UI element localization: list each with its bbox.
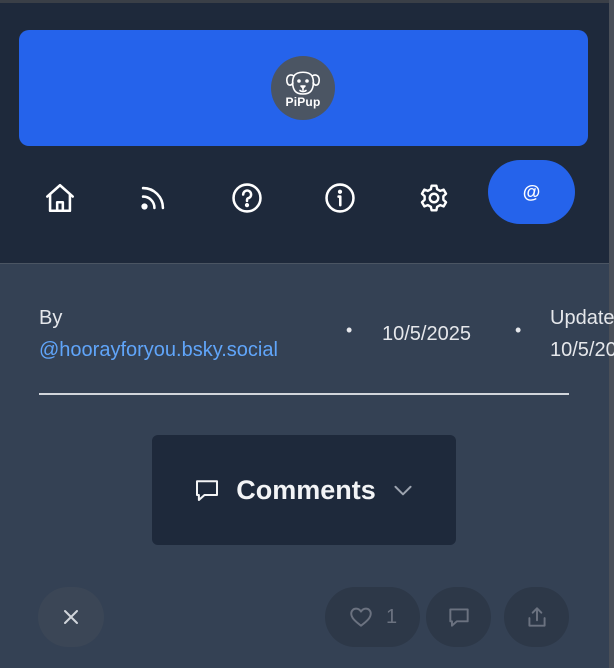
- logo-text: PiPup: [285, 95, 321, 109]
- reply-icon: [448, 608, 469, 627]
- info-icon: [325, 183, 355, 213]
- at-icon: @: [522, 181, 541, 202]
- rss-icon: [141, 186, 165, 210]
- close-button[interactable]: [38, 587, 104, 647]
- comments-label: Comments: [236, 474, 376, 505]
- dog-icon: [286, 71, 320, 95]
- help-icon: [232, 183, 262, 213]
- site-header: PiPup @: [0, 3, 609, 264]
- by-label: By: [39, 307, 63, 329]
- updated-label: Updated: [550, 307, 614, 329]
- meta-separator: •: [515, 320, 522, 340]
- pipup-logo[interactable]: PiPup: [271, 56, 335, 120]
- share-icon: [527, 607, 546, 627]
- share-button[interactable]: [504, 587, 569, 647]
- gear-icon: [420, 184, 448, 212]
- comments-toggle[interactable]: Comments: [152, 435, 456, 545]
- like-button[interactable]: 1: [325, 587, 420, 647]
- comment-icon: [196, 480, 219, 501]
- chevron-down-icon: [394, 485, 412, 496]
- author-link[interactable]: @hoorayforyou.bsky.social: [39, 339, 278, 362]
- meta-separator: •: [346, 320, 353, 340]
- home-icon: [45, 183, 75, 213]
- post-date: 10/5/2025: [382, 323, 471, 345]
- header-banner: PiPup: [19, 30, 588, 146]
- nav-home[interactable]: [42, 180, 78, 216]
- heart-icon: [350, 607, 372, 627]
- close-icon: [64, 610, 78, 624]
- nav-settings[interactable]: [416, 180, 452, 216]
- nav-help[interactable]: [229, 180, 265, 216]
- divider: [39, 393, 569, 395]
- nav-info[interactable]: [322, 180, 358, 216]
- reply-button[interactable]: [426, 587, 491, 647]
- updated-date: 10/5/2025: [550, 339, 614, 361]
- post-meta: By @hoorayforyou.bsky.social • 10/5/2025…: [0, 300, 614, 370]
- like-count: 1: [385, 605, 398, 628]
- nav-feed[interactable]: [135, 180, 171, 216]
- nav-mentions-active[interactable]: @: [488, 160, 575, 224]
